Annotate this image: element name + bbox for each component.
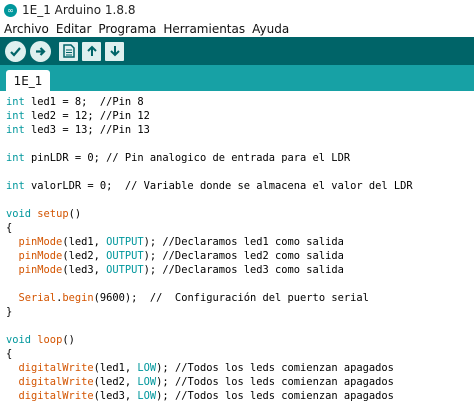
code-line: } [6, 306, 13, 318]
code-line: int led3 = 13; //Pin 13 [6, 124, 150, 136]
upload-button[interactable] [30, 40, 51, 62]
arrow-up-icon [86, 45, 97, 56]
code-line: pinMode(led3, OUTPUT); //Declaramos led3… [18, 264, 344, 276]
open-sketch-button[interactable] [82, 41, 101, 61]
code-line: { [6, 348, 13, 360]
new-sketch-button[interactable] [59, 41, 78, 61]
menu-bar: Archivo Editar Programa Herramientas Ayu… [0, 20, 474, 37]
tab-1e-1[interactable]: 1E_1 [6, 70, 50, 91]
menu-editar[interactable]: Editar [53, 22, 95, 36]
code-line: pinMode(led2, OUTPUT); //Declaramos led2… [18, 250, 344, 262]
code-line: { [6, 222, 13, 234]
save-sketch-button[interactable] [105, 41, 124, 61]
menu-programa[interactable]: Programa [95, 22, 159, 36]
code-line: int pinLDR = 0; // Pin analogico de entr… [6, 152, 351, 164]
toolbar [0, 37, 474, 65]
menu-ayuda[interactable]: Ayuda [249, 22, 292, 36]
code-line: digitalWrite(led3, LOW); //Todos los led… [18, 390, 394, 402]
code-line: int led2 = 12; //Pin 12 [6, 110, 150, 122]
title-bar: ∞ 1E_1 Arduino 1.8.8 [0, 0, 474, 20]
code-line: int led1 = 8; //Pin 8 [6, 96, 144, 108]
window-title: 1E_1 Arduino 1.8.8 [22, 3, 136, 17]
arrow-right-icon [36, 46, 46, 56]
code-line: void setup() [6, 208, 82, 220]
code-line: digitalWrite(led2, LOW); //Todos los led… [18, 376, 394, 388]
menu-archivo[interactable]: Archivo [0, 22, 52, 36]
menu-herramientas[interactable]: Herramientas [160, 22, 248, 36]
code-line: digitalWrite(led1, LOW); //Todos los led… [18, 362, 394, 374]
verify-button[interactable] [5, 40, 26, 62]
checkmark-icon [10, 46, 21, 57]
arrow-down-icon [109, 46, 120, 57]
arduino-logo-icon: ∞ [4, 3, 17, 17]
code-line: int valorLDR = 0; // Variable donde se a… [6, 180, 413, 192]
code-editor[interactable]: int led1 = 8; //Pin 8 int led2 = 12; //P… [0, 91, 474, 412]
new-file-icon [62, 44, 75, 58]
tab-bar: 1E_1 [0, 65, 474, 91]
code-line: void loop() [6, 334, 75, 346]
code-line: pinMode(led1, OUTPUT); //Declaramos led1… [18, 236, 344, 248]
code-line: Serial.begin(9600); // Configuración del… [18, 292, 369, 304]
